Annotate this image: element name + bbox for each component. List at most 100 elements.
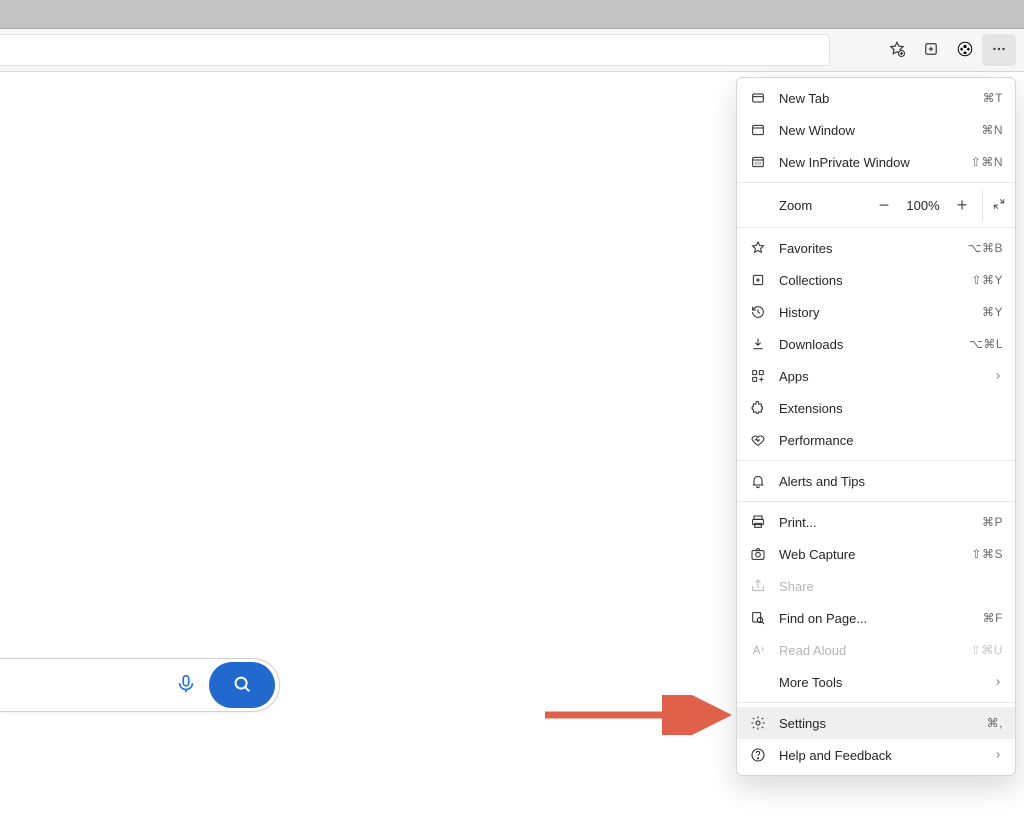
menu-item-label: Print... [779,515,970,530]
menu-separator [737,227,1015,228]
history-icon [749,303,767,321]
menu-item-label: Settings [779,716,975,731]
page-content: New Tab ⌘T New Window ⌘N New InPrivate W… [0,72,1024,840]
menu-item-apps[interactable]: Apps [737,360,1015,392]
menu-item-shortcut: ⇧⌘N [971,155,1003,169]
menu-item-shortcut: ⌥⌘B [968,241,1003,255]
menu-item-shortcut: ⌘Y [982,305,1003,319]
menu-item-find[interactable]: Find on Page... ⌘F [737,602,1015,634]
microphone-icon [175,673,197,698]
menu-item-extensions[interactable]: Extensions [737,392,1015,424]
help-icon [749,746,767,764]
menu-item-collections[interactable]: Collections ⇧⌘Y [737,264,1015,296]
favorite-add-button[interactable] [880,34,914,66]
bell-icon [749,472,767,490]
camera-icon [749,545,767,563]
menu-item-label: Share [779,579,1003,594]
menu-item-shortcut: ⌥⌘L [969,337,1003,351]
star-add-icon [888,40,906,61]
menu-item-history[interactable]: History ⌘Y [737,296,1015,328]
menu-zoom-row: Zoom − 100% + [737,187,1015,223]
menu-item-label: Performance [779,433,1003,448]
menu-item-shortcut: ⌘P [982,515,1003,529]
address-bar[interactable] [0,34,830,66]
window-titlebar [0,0,1024,29]
fullscreen-icon [992,195,1006,216]
more-horizontal-icon [990,40,1008,61]
collections-button[interactable] [914,34,948,66]
menu-item-label: New InPrivate Window [779,155,959,170]
share-icon [749,577,767,595]
menu-item-settings[interactable]: Settings ⌘, [737,707,1015,739]
menu-item-label: Downloads [779,337,957,352]
menu-item-label: Web Capture [779,547,959,562]
menu-item-label: Alerts and Tips [779,474,1003,489]
annotation-arrow [540,695,740,735]
menu-item-shortcut: ⌘T [983,91,1003,105]
browser-toolbar [0,29,1024,72]
menu-item-new-tab[interactable]: New Tab ⌘T [737,82,1015,114]
gear-icon [749,714,767,732]
blank-icon [749,673,767,691]
menu-separator [737,460,1015,461]
chevron-right-icon [993,675,1003,690]
soccer-ball-icon [956,40,974,61]
menu-item-shortcut: ⇧⌘Y [971,273,1003,287]
menu-separator [737,182,1015,183]
menu-item-label: Find on Page... [779,611,971,626]
chevron-right-icon [993,748,1003,763]
collections-icon [922,40,940,61]
menu-item-label: Extensions [779,401,1003,416]
fullscreen-button[interactable] [982,189,1015,221]
menu-item-share: Share [737,570,1015,602]
menu-item-shortcut: ⌘, [987,716,1003,730]
menu-item-label: Collections [779,273,959,288]
settings-and-more-menu: New Tab ⌘T New Window ⌘N New InPrivate W… [736,77,1016,776]
zoom-in-button[interactable]: + [946,189,978,221]
menu-item-label: New Tab [779,91,971,106]
menu-item-more-tools[interactable]: More Tools [737,666,1015,698]
read-aloud-icon [749,641,767,659]
menu-item-shortcut: ⌘F [983,611,1003,625]
voice-search-button[interactable] [169,668,203,702]
menu-separator [737,702,1015,703]
collections-icon [749,271,767,289]
menu-item-label: History [779,305,970,320]
menu-item-label: Read Aloud [779,643,959,658]
window-icon [749,121,767,139]
puzzle-icon [749,399,767,417]
menu-item-inprivate-window[interactable]: New InPrivate Window ⇧⌘N [737,146,1015,178]
menu-separator [737,501,1015,502]
menu-item-label: Apps [779,369,981,384]
inprivate-icon [749,153,767,171]
search-box[interactable] [0,658,280,712]
apps-icon [749,367,767,385]
menu-item-performance[interactable]: Performance [737,424,1015,456]
menu-item-web-capture[interactable]: Web Capture ⇧⌘S [737,538,1015,570]
find-icon [749,609,767,627]
menu-item-label: New Window [779,123,969,138]
star-icon [749,239,767,257]
menu-item-shortcut: ⌘N [981,123,1003,137]
tab-icon [749,89,767,107]
heartbeat-icon [749,431,767,449]
menu-item-new-window[interactable]: New Window ⌘N [737,114,1015,146]
search-icon [231,673,253,698]
zoom-out-button[interactable]: − [868,189,900,221]
chevron-right-icon [993,369,1003,384]
search-submit-button[interactable] [209,662,275,708]
menu-item-help[interactable]: Help and Feedback [737,739,1015,771]
more-menu-button[interactable] [982,34,1016,66]
menu-item-favorites[interactable]: Favorites ⌥⌘B [737,232,1015,264]
menu-item-label: Help and Feedback [779,748,981,763]
menu-item-print[interactable]: Print... ⌘P [737,506,1015,538]
menu-item-shortcut: ⇧⌘S [971,547,1003,561]
profile-button[interactable] [948,34,982,66]
plus-icon: + [957,195,968,216]
menu-item-read-aloud: Read Aloud ⇧⌘U [737,634,1015,666]
menu-item-label: More Tools [779,675,981,690]
menu-item-alerts[interactable]: Alerts and Tips [737,465,1015,497]
menu-item-shortcut: ⇧⌘U [971,643,1003,657]
menu-item-downloads[interactable]: Downloads ⌥⌘L [737,328,1015,360]
zoom-value: 100% [900,198,946,213]
